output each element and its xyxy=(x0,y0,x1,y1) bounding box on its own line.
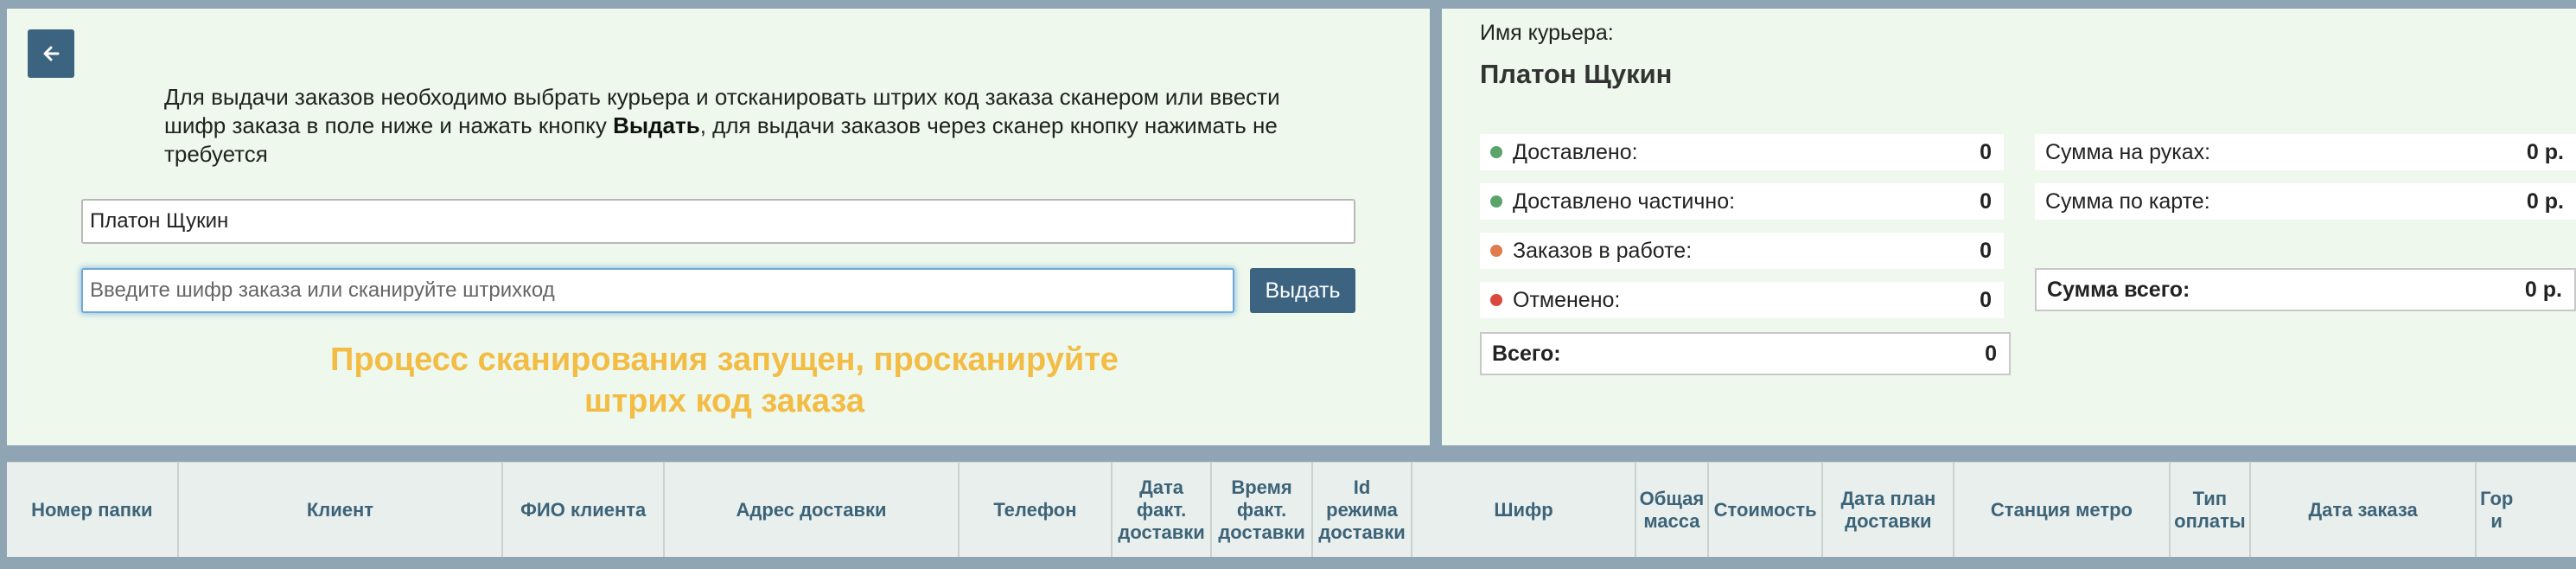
stat-value: 0 xyxy=(1980,189,1992,214)
courier-label: Имя курьера: xyxy=(1480,21,1614,45)
status-dot-icon xyxy=(1490,245,1502,257)
courier-summary-panel: Имя курьера: Платон Щукин Доставлено: 0 … xyxy=(1442,9,2576,445)
column-header[interactable]: Гор и xyxy=(2477,463,2576,557)
column-header[interactable]: Стоимость xyxy=(1709,463,1824,557)
stat-value: 0 xyxy=(1980,139,1992,164)
column-header[interactable]: Станция метро xyxy=(1954,463,2171,557)
status-dot-icon xyxy=(1490,146,1502,158)
column-header[interactable]: Номер папки xyxy=(7,463,179,557)
scan-status-message: Процесс сканирования запущен, просканиру… xyxy=(330,342,1119,419)
stat-delivered: Доставлено: 0 xyxy=(1480,134,2004,170)
sum-value: 0 р. xyxy=(2526,189,2564,214)
column-header[interactable]: Общая масса xyxy=(1636,463,1709,557)
column-header[interactable]: Дата факт. доставки xyxy=(1113,463,1213,557)
arrow-left-icon xyxy=(43,46,60,61)
sum-total-value: 0 р. xyxy=(2524,277,2562,302)
sum-in-hand: Сумма на руках: 0 р. xyxy=(2035,134,2576,170)
orders-table-header: Номер папки Клиент ФИО клиента Адрес дос… xyxy=(7,462,2576,557)
sum-value: 0 р. xyxy=(2526,139,2564,164)
courier-select[interactable]: Платон Щукин xyxy=(81,199,1355,244)
column-header[interactable]: Дата план доставки xyxy=(1823,463,1955,557)
column-header[interactable]: Клиент xyxy=(179,463,504,557)
status-dot-icon xyxy=(1490,195,1502,208)
issue-panel: Для выдачи заказов необходимо выбрать ку… xyxy=(7,9,1430,445)
courier-select-value: Платон Щукин xyxy=(90,209,229,233)
order-code-input[interactable] xyxy=(81,268,1234,313)
stat-value: 0 xyxy=(1980,238,1992,263)
column-header[interactable]: Телефон xyxy=(960,463,1113,557)
status-dot-icon xyxy=(1490,294,1502,306)
courier-name: Платон Щукин xyxy=(1480,59,1673,89)
instructions-bold: Выдать xyxy=(613,112,700,138)
stat-total: Всего: 0 xyxy=(1480,332,2011,375)
column-header[interactable]: Id режима доставки xyxy=(1313,463,1413,557)
stat-total-value: 0 xyxy=(1985,341,1997,366)
column-header[interactable]: Адрес доставки xyxy=(665,463,960,557)
column-header[interactable]: Тип оплаты xyxy=(2171,463,2252,557)
instructions-text: Для выдачи заказов необходимо выбрать ку… xyxy=(164,84,1280,167)
stat-delivered-partially: Доставлено частично: 0 xyxy=(1480,183,2004,220)
sum-total: Сумма всего: 0 р. xyxy=(2035,268,2576,311)
back-button[interactable] xyxy=(28,29,74,78)
sum-by-card: Сумма по карте: 0 р. xyxy=(2035,183,2576,220)
issue-button[interactable]: Выдать xyxy=(1250,268,1355,313)
stat-in-progress: Заказов в работе: 0 xyxy=(1480,233,2004,269)
column-header[interactable]: ФИО клиента xyxy=(503,463,666,557)
column-header[interactable]: Дата заказа xyxy=(2251,463,2477,557)
stat-cancelled: Отменено: 0 xyxy=(1480,282,2004,318)
column-header[interactable]: Время факт. доставки xyxy=(1212,463,1314,557)
column-header[interactable]: Шифр xyxy=(1412,463,1636,557)
stat-value: 0 xyxy=(1980,287,1992,312)
